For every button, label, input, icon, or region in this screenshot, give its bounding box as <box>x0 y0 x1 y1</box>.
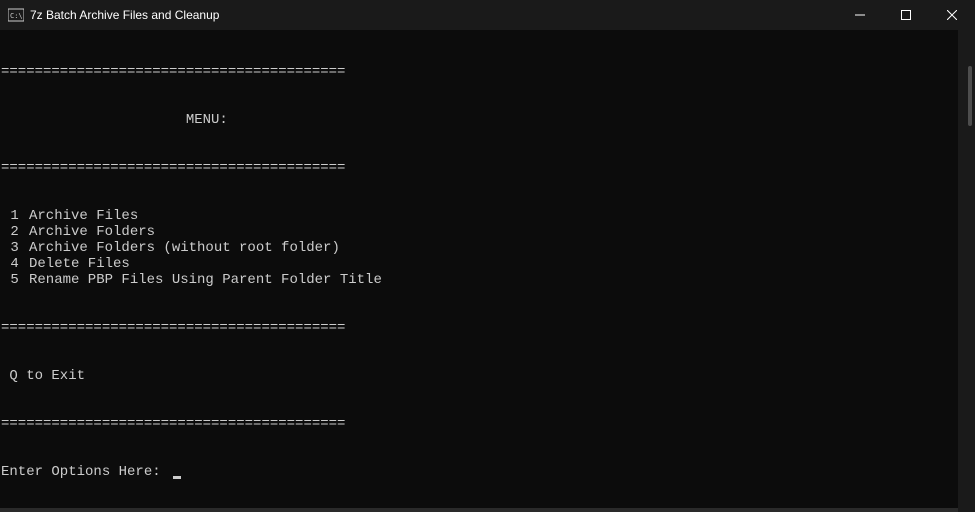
menu-item-number: 3 <box>1 240 29 256</box>
menu-item-label: Archive Files <box>29 208 138 224</box>
window-controls <box>837 0 975 30</box>
scrollbar-thumb[interactable] <box>968 66 972 126</box>
menu-header: MENU: <box>0 112 975 128</box>
bottom-scrollbar <box>0 508 958 512</box>
menu-item: 1Archive Files <box>0 208 975 224</box>
menu-item-label: Delete Files <box>29 256 130 272</box>
titlebar[interactable]: C:\ 7z Batch Archive Files and Cleanup <box>0 0 975 30</box>
window-title: 7z Batch Archive Files and Cleanup <box>30 8 837 22</box>
separator-line: ========================================… <box>0 416 975 432</box>
menu-item-number: 4 <box>1 256 29 272</box>
menu-item-number: 5 <box>1 272 29 288</box>
menu-item: 5Rename PBP Files Using Parent Folder Ti… <box>0 272 975 288</box>
exit-line: Q to Exit <box>0 368 975 384</box>
menu-item-label: Archive Folders (without root folder) <box>29 240 340 256</box>
close-button[interactable] <box>929 0 975 30</box>
menu-item: 2Archive Folders <box>0 224 975 240</box>
menu-item-number: 1 <box>1 208 29 224</box>
scrollbar-track[interactable] <box>958 30 975 512</box>
maximize-button[interactable] <box>883 0 929 30</box>
separator-line: ========================================… <box>0 160 975 176</box>
menu-item-label: Rename PBP Files Using Parent Folder Tit… <box>29 272 382 288</box>
separator-line: ========================================… <box>0 64 975 80</box>
menu-item: 4Delete Files <box>0 256 975 272</box>
menu-item-label: Archive Folders <box>29 224 155 240</box>
separator-line: ========================================… <box>0 320 975 336</box>
minimize-button[interactable] <box>837 0 883 30</box>
menu-item-number: 2 <box>1 224 29 240</box>
prompt-line[interactable]: Enter Options Here: <box>0 464 975 480</box>
menu-item: 3Archive Folders (without root folder) <box>0 240 975 256</box>
cmd-icon: C:\ <box>8 7 24 23</box>
prompt-text: Enter Options Here: <box>1 464 169 480</box>
svg-text:C:\: C:\ <box>10 12 23 20</box>
console-output[interactable]: ========================================… <box>0 30 975 512</box>
cursor-icon <box>173 476 181 479</box>
